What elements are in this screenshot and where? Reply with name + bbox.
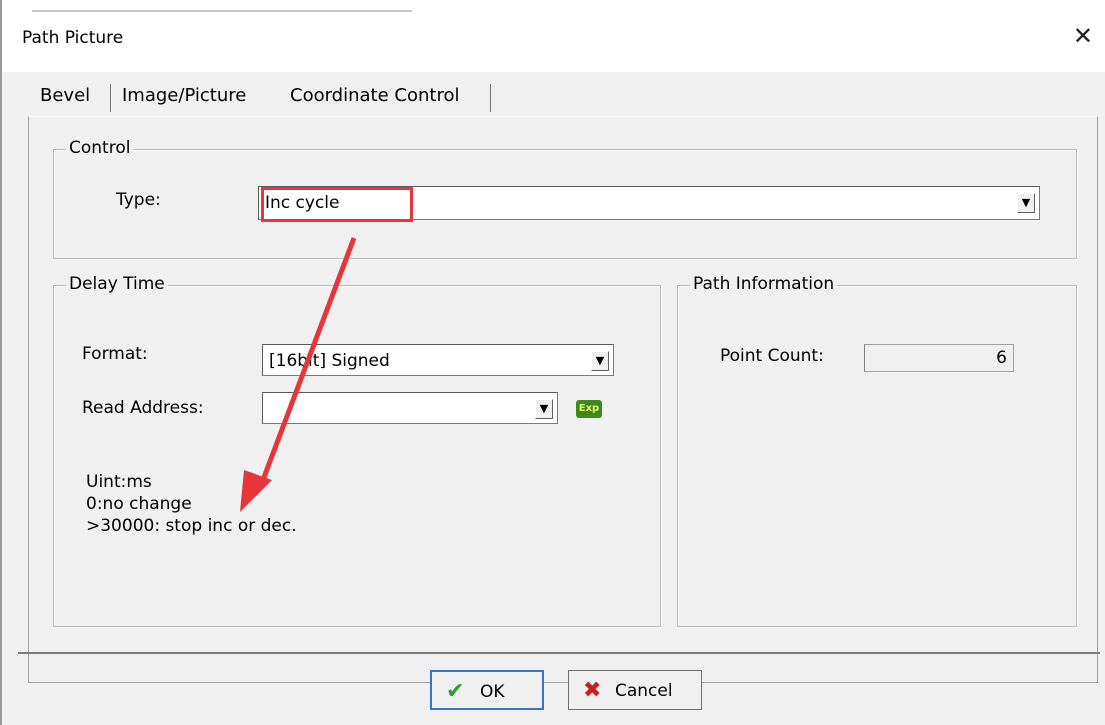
checkmark-icon: ✔	[446, 679, 465, 704]
ok-button-label: OK	[480, 682, 505, 702]
cancel-button-label: Cancel	[615, 681, 673, 701]
ok-button[interactable]: ✔ OK	[430, 670, 544, 710]
footer-divider	[18, 652, 1100, 654]
annotation-arrow-shaft	[257, 237, 357, 489]
path-picture-dialog: Path Picture ✕ Bevel Image/Picture Coord…	[0, 0, 1105, 725]
annotation-arrow-head	[240, 470, 272, 512]
annotation-arrow	[240, 237, 357, 512]
cancel-button[interactable]: ✖ Cancel	[568, 670, 702, 710]
cancel-x-icon: ✖	[583, 678, 602, 703]
